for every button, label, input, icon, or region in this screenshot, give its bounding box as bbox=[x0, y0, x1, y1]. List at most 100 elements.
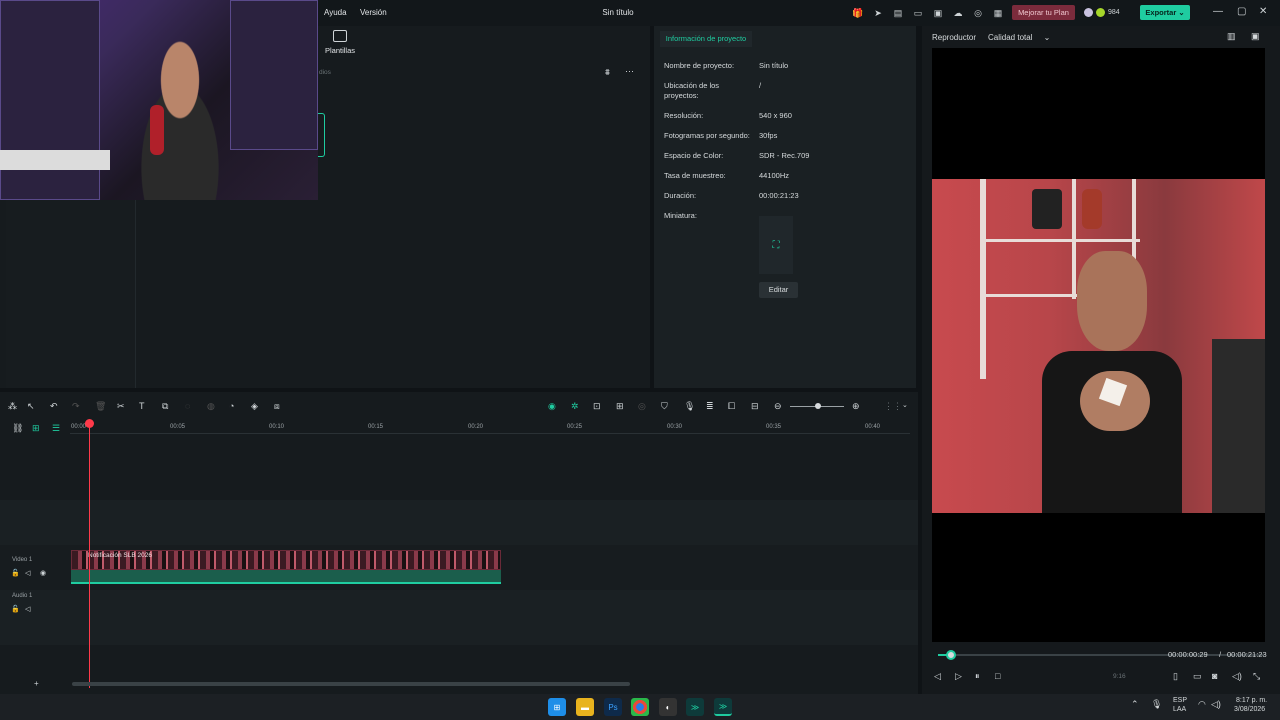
redo-icon[interactable]: ↷ bbox=[72, 401, 80, 412]
speaker-icon[interactable]: ◁) bbox=[1211, 699, 1221, 710]
snapshot-icon[interactable]: ▣ bbox=[1251, 31, 1260, 42]
delete-icon[interactable]: 🗑 bbox=[95, 401, 106, 412]
camera-icon[interactable]: ◙ bbox=[1212, 671, 1217, 681]
wifi-icon[interactable]: ◠ bbox=[1198, 699, 1206, 710]
export-button[interactable]: Exportar ⌄ bbox=[1140, 5, 1190, 20]
obs-icon[interactable]: ◐ bbox=[659, 698, 677, 716]
render-icon[interactable]: ⊞ bbox=[616, 401, 624, 412]
playback-progress-knob[interactable] bbox=[946, 650, 956, 660]
filmora-active-icon[interactable]: ≫ bbox=[714, 698, 732, 716]
play-icon[interactable]: ▷ bbox=[955, 671, 962, 682]
volume-icon[interactable]: ◁) bbox=[1232, 671, 1242, 682]
track-manager-icon[interactable]: ☰ bbox=[52, 423, 60, 434]
color-icon[interactable]: ◍ bbox=[207, 401, 215, 412]
send-icon[interactable]: ➤ bbox=[871, 6, 885, 20]
speed-icon[interactable]: ◔ bbox=[229, 401, 234, 411]
playhead-handle[interactable] bbox=[85, 419, 94, 428]
pause-icon[interactable]: ⏸ bbox=[975, 671, 980, 682]
add-track-plus-icon[interactable]: + bbox=[34, 679, 39, 688]
group-icon[interactable]: ⧈ bbox=[274, 401, 280, 412]
microphone-icon[interactable]: 🎙 bbox=[684, 401, 695, 412]
grid-icon[interactable]: ▦ bbox=[991, 6, 1005, 20]
upgrade-plan-button[interactable]: Mejorar tu Plan bbox=[1012, 5, 1075, 20]
zoom-slider-knob[interactable] bbox=[815, 403, 821, 409]
zoom-out-icon[interactable]: ⊖ bbox=[774, 401, 782, 412]
selected-template-card[interactable] bbox=[318, 113, 325, 157]
minimize-icon[interactable]: — bbox=[1213, 6, 1223, 17]
clip-audio-waveform[interactable] bbox=[71, 570, 501, 584]
select-tool-icon[interactable]: ↖ bbox=[27, 401, 35, 412]
edit-thumbnail-button[interactable]: Editar bbox=[759, 282, 798, 298]
tab-templates[interactable]: Plantillas bbox=[325, 46, 355, 55]
windows-start-icon[interactable]: ⊞ bbox=[548, 698, 566, 716]
timeline-menu-icon[interactable]: ⌄ bbox=[902, 401, 908, 409]
ai-assist-icon[interactable]: ◉ bbox=[548, 401, 556, 412]
file-explorer-icon[interactable]: ▬ bbox=[576, 698, 594, 716]
chrome-icon[interactable] bbox=[631, 698, 649, 716]
monitor-icon[interactable]: ▭ bbox=[911, 6, 925, 20]
cut-icon[interactable]: ✂ bbox=[117, 401, 125, 412]
fullscreen-icon[interactable]: ⤡ bbox=[1253, 671, 1260, 682]
gift-icon[interactable]: 🎁 bbox=[851, 6, 865, 20]
playback-progress-track[interactable] bbox=[938, 654, 1264, 656]
display-icon[interactable]: ▭ bbox=[1193, 671, 1202, 682]
replace-icon[interactable]: ⧠ bbox=[728, 401, 735, 412]
tray-mic-icon[interactable]: 🎙 bbox=[1151, 699, 1162, 710]
snap-icon[interactable]: ✲ bbox=[571, 401, 579, 412]
stabilize-icon[interactable]: ◎ bbox=[638, 401, 646, 412]
mask-icon[interactable]: ◈ bbox=[251, 401, 258, 412]
marker-icon[interactable]: ⛉ bbox=[661, 401, 668, 412]
video-lock-icon[interactable]: 🔓 bbox=[11, 569, 20, 577]
fit-icon[interactable]: ⊟ bbox=[751, 401, 759, 412]
video-mute-icon[interactable]: ◁ bbox=[25, 569, 30, 577]
info-value-resolution: 540 x 960 bbox=[759, 111, 792, 120]
more-icon[interactable]: ⋯ bbox=[625, 66, 634, 77]
filter-icon[interactable]: ⩩ bbox=[605, 67, 610, 78]
auto-reframe-icon[interactable]: ⊡ bbox=[593, 401, 601, 412]
time-separator: / bbox=[1219, 650, 1222, 659]
layout-grid-icon[interactable]: ⁂ bbox=[8, 401, 17, 412]
support-icon[interactable]: ◎ bbox=[971, 6, 985, 20]
clock-date[interactable]: 3/08/2026 bbox=[1234, 706, 1265, 713]
language-region[interactable]: LAA bbox=[1173, 706, 1186, 713]
ruler-label-2: 00:10 bbox=[269, 424, 285, 430]
timeline-grid-icon[interactable]: ⋮⋮ bbox=[884, 401, 902, 412]
audio-mute-icon[interactable]: ◁ bbox=[25, 605, 30, 613]
ai-tool-icon[interactable]: ◌ bbox=[185, 401, 190, 411]
search-input[interactable]: dios bbox=[319, 69, 331, 76]
filmora-icon[interactable]: ≫ bbox=[686, 698, 704, 716]
playhead[interactable] bbox=[89, 420, 90, 688]
templates-icon[interactable] bbox=[333, 30, 347, 42]
close-icon[interactable]: ✕ bbox=[1259, 6, 1267, 17]
timeline-scrollbar[interactable] bbox=[72, 682, 630, 686]
credits-indicator[interactable]: 984 bbox=[1084, 5, 1120, 20]
photoshop-icon[interactable]: Ps bbox=[604, 698, 622, 716]
undo-icon[interactable]: ↶ bbox=[50, 401, 58, 412]
cloud-icon[interactable]: ☁ bbox=[951, 6, 965, 20]
clock-time[interactable]: 8:17 p. m. bbox=[1236, 697, 1267, 704]
maximize-icon[interactable]: ▢ bbox=[1237, 6, 1246, 17]
link-icon[interactable]: ⛓ bbox=[12, 423, 23, 434]
info-value-location: / bbox=[759, 81, 762, 90]
add-track-icon[interactable]: ⊞ bbox=[32, 423, 40, 434]
audio-lock-icon[interactable]: 🔓 bbox=[11, 605, 20, 613]
document-icon[interactable]: ▤ bbox=[891, 6, 905, 20]
thumbnail-preview[interactable]: ⛶ bbox=[759, 216, 793, 274]
timeline-ruler[interactable] bbox=[70, 433, 910, 434]
zoom-in-icon[interactable]: ⊕ bbox=[852, 401, 860, 412]
quality-select[interactable]: Calidad total ⌄ bbox=[988, 33, 1050, 42]
stop-icon[interactable]: □ bbox=[995, 671, 1000, 681]
crop-icon[interactable]: ⧉ bbox=[162, 401, 168, 412]
previous-frame-icon[interactable]: ◁ bbox=[934, 671, 941, 682]
layout-icon[interactable]: ▥ bbox=[1227, 31, 1236, 42]
language-code[interactable]: ESP bbox=[1173, 697, 1187, 704]
save-icon[interactable]: ▣ bbox=[931, 6, 945, 20]
aspect-ratio-select[interactable]: 9:16 bbox=[1113, 673, 1126, 680]
audio-mixer-icon[interactable]: ≣ bbox=[706, 401, 714, 412]
video-visibility-icon[interactable]: ◉ bbox=[40, 569, 46, 577]
ruler-label-3: 00:15 bbox=[368, 424, 384, 430]
text-icon[interactable]: T bbox=[139, 401, 145, 411]
mark-icon[interactable]: ▯ bbox=[1173, 671, 1178, 682]
tab-project-info[interactable]: Información de proyecto bbox=[660, 31, 752, 47]
tray-expand-icon[interactable]: ⌃ bbox=[1131, 699, 1139, 710]
